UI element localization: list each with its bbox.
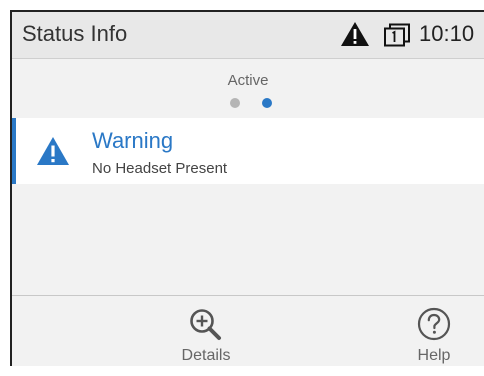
page-dot-1[interactable] (230, 98, 240, 108)
warning-icon (37, 137, 69, 165)
zoom-in-icon (190, 309, 221, 340)
details-label: Details (181, 347, 231, 364)
status-title: Warning (92, 128, 174, 153)
details-button[interactable]: Details (156, 296, 256, 366)
status-subtitle: No Headset Present (92, 160, 228, 177)
page-title: Status Info (22, 21, 128, 46)
page-indicator[interactable] (230, 98, 290, 110)
status-bar: Status Info 10:10 (12, 12, 484, 59)
phone-screen: Status Info 10:10 Active Warning No Head… (10, 10, 484, 366)
status-item-warning[interactable]: Warning No Headset Present (12, 118, 484, 184)
warning-icon (341, 22, 369, 46)
help-icon (417, 307, 451, 341)
help-label: Help (417, 347, 451, 364)
page-indicator-label: Active (227, 72, 269, 89)
help-button[interactable]: Help (386, 296, 482, 366)
clock-time: 10:10 (419, 21, 475, 46)
page-dot-2-active[interactable] (262, 98, 272, 108)
screen-icon (384, 23, 410, 47)
softkey-bar: Details Help (12, 295, 484, 366)
